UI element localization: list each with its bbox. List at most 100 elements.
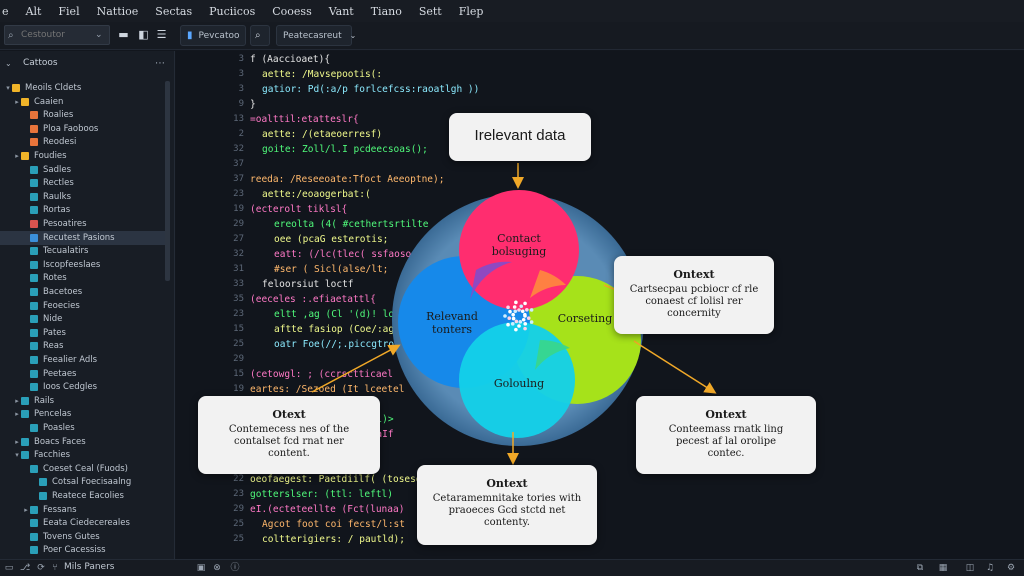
error-icon[interactable]: ⊗ xyxy=(212,563,222,573)
code-line[interactable]: } xyxy=(250,99,256,110)
callout-bottom[interactable]: Ontext Cetaramemnitake tories with praoe… xyxy=(417,465,597,545)
menu-item[interactable]: Sett xyxy=(419,5,442,18)
tree-item[interactable]: ▸ Rails xyxy=(0,394,165,408)
chevron-icon[interactable]: ▸ xyxy=(13,438,21,446)
layout-icon[interactable]: ▦ xyxy=(938,563,948,573)
warning-icon[interactable]: ▣ xyxy=(196,563,206,573)
menu-item[interactable]: e xyxy=(2,5,9,18)
code-editor[interactable]: 3 f (Aaccioaet){3 aette: /Mavsepootis(: 3 ga… xyxy=(176,51,1024,559)
save-icon[interactable]: ▬ xyxy=(117,28,130,41)
search-input[interactable] xyxy=(21,30,91,40)
tree-item[interactable]: Feoecies xyxy=(0,299,165,313)
code-line[interactable]: gotterslser: (ttl: leftl) xyxy=(250,489,393,500)
tree-item[interactable]: Sadles xyxy=(0,163,165,177)
menu-item[interactable]: Sectas xyxy=(155,5,192,18)
code-line[interactable]: eltt ,ag (Cl '(d)! lorf xyxy=(274,309,406,320)
tree-item[interactable]: Ploa Faoboos xyxy=(0,122,165,136)
code-line[interactable]: goite: Zoll/l.I pcdeecsoas(); xyxy=(262,144,428,155)
code-line[interactable]: aftte fasiop (Coe/:agsy; xyxy=(274,324,411,335)
tree-item[interactable]: Tovens Gutes xyxy=(0,530,165,544)
more-icon[interactable]: ⋯ xyxy=(155,58,165,69)
menu-item[interactable]: Nattioe xyxy=(97,5,139,18)
tab-dropdown[interactable]: Peatecasreut ⌄ xyxy=(276,25,356,46)
copy-icon[interactable]: ⧉ xyxy=(915,563,925,573)
code-line[interactable]: ereolta (4( #cethertsrtilte xyxy=(274,219,428,230)
tree-item[interactable]: Eeata Ciedecereales xyxy=(0,516,165,530)
callout-bottom-right[interactable]: Ontext Conteemass rnatk ling pecest af l… xyxy=(636,396,816,474)
chevron-icon[interactable]: ▾ xyxy=(13,451,21,459)
tree-item[interactable]: Recutest Pasions xyxy=(0,230,165,245)
chevron-icon[interactable]: ▸ xyxy=(13,410,21,418)
tree-item[interactable]: Ioos Cedgles xyxy=(0,380,165,394)
code-line[interactable]: oeofaegest: Paetdiilf( (tosesd xyxy=(250,474,422,485)
terminal-icon[interactable]: ▭ xyxy=(4,563,14,573)
code-line[interactable]: Agcot foot coi fecst/l:st xyxy=(262,519,405,530)
tree-item[interactable]: ▸ Foudies xyxy=(0,149,165,163)
menu-item[interactable]: Flep xyxy=(459,5,484,18)
code-line[interactable]: feloorsiut loctf xyxy=(262,279,354,290)
tree-item[interactable]: Rectles xyxy=(0,176,165,190)
chevron-icon[interactable]: ▸ xyxy=(13,98,21,106)
tab-file[interactable]: ▮ Pevcatoo xyxy=(180,25,246,46)
tree-item[interactable]: Peetaes xyxy=(0,367,165,381)
chevron-icon[interactable]: ▸ xyxy=(13,397,21,405)
tree-item[interactable]: Feealier Adls xyxy=(0,353,165,367)
tree-item[interactable]: Raulks xyxy=(0,190,165,204)
callout-irrelevant-data[interactable]: Irelevant data xyxy=(449,113,591,161)
info-icon[interactable]: ⓘ xyxy=(230,563,240,573)
tree-item[interactable]: Pates xyxy=(0,326,165,340)
tree-item[interactable]: Tecualatirs xyxy=(0,244,165,258)
code-line[interactable]: f (Aaccioaet){ xyxy=(250,54,330,65)
code-line[interactable]: (ecterolt tiklsl{ xyxy=(250,204,347,215)
tree-item[interactable]: Reatece Eacolies xyxy=(0,489,165,503)
callout-left[interactable]: Otext Contemecess nes of the contalset f… xyxy=(198,396,380,474)
code-line[interactable]: (cetowgl: ; (ccrsctticael xyxy=(250,369,393,380)
tree-item[interactable]: Poer Cacessiss xyxy=(0,543,165,557)
tree-item[interactable]: ▸ Pencelas xyxy=(0,407,165,421)
code-line[interactable]: aette: /(etaeoerresf) xyxy=(262,129,382,140)
code-line[interactable]: gatior: Pd(:a/p forlcefcss:raoatlgh )) xyxy=(262,84,479,95)
chevron-icon[interactable]: ▸ xyxy=(22,506,30,514)
chevron-icon[interactable]: ▾ xyxy=(4,84,12,92)
bell-icon[interactable]: ♫ xyxy=(985,563,995,573)
code-line[interactable]: =oalttil:etatteslr{ xyxy=(250,114,359,125)
tree-item[interactable]: ▸ Fessans xyxy=(0,503,165,517)
tree-item[interactable]: Pesoatires xyxy=(0,217,165,231)
menu-item[interactable]: Vant xyxy=(329,5,354,18)
tree-item[interactable]: Reas xyxy=(0,339,165,353)
explorer-header[interactable]: ⌄ Cattoos ⋯ xyxy=(0,54,174,72)
list-icon[interactable]: ☰ xyxy=(155,28,168,41)
branch-icon[interactable]: ⑂ xyxy=(50,563,60,573)
code-line[interactable]: #ser ( Sicl(alse/lt; xyxy=(274,264,388,275)
code-line[interactable]: eatt: (/lc(tlec( ssfaosoeryl xyxy=(274,249,434,260)
tree-item[interactable]: ▸ Boacs Faces xyxy=(0,435,165,449)
code-line[interactable]: oatr Foe(//;.piccgtrotsy xyxy=(274,339,411,350)
code-line[interactable]: eartes: /Sezoed (It lceetel xyxy=(250,384,404,395)
sync-icon[interactable]: ⟳ xyxy=(36,563,46,573)
chevron-icon[interactable]: ▸ xyxy=(13,152,21,160)
code-line[interactable]: eI.(ecteteellte (Fct(lunaa) xyxy=(250,504,404,515)
tree-item[interactable]: ▾ Facchies xyxy=(0,448,165,462)
menu-item[interactable]: Fiel xyxy=(58,5,79,18)
tree-item[interactable]: Bacetoes xyxy=(0,285,165,299)
tree-item[interactable]: Rotes xyxy=(0,271,165,285)
sidebar-scrollbar[interactable] xyxy=(165,81,170,281)
settings-icon[interactable]: ⚙ xyxy=(1006,563,1016,573)
tree-item[interactable]: Roalies xyxy=(0,108,165,122)
search-box[interactable]: ⌕ ⌄ xyxy=(4,25,110,45)
menu-item[interactable]: Alt xyxy=(26,5,42,18)
code-line[interactable]: oee (pcaG esterotis; xyxy=(274,234,388,245)
tree-item[interactable]: Poasles xyxy=(0,421,165,435)
menu-item[interactable]: Tiano xyxy=(371,5,402,18)
split-icon[interactable]: ◧ xyxy=(137,28,150,41)
tree-item[interactable]: Iscopfeeslaes xyxy=(0,258,165,272)
callout-right[interactable]: Ontext Cartsecpau pcbiocr cf rle conaest… xyxy=(614,256,774,334)
tree-item[interactable]: Cotsal Foecisaalng xyxy=(0,475,165,489)
code-line[interactable]: aette:/eoaogerbat:( xyxy=(262,189,371,200)
code-line[interactable]: (eeceles :.efiaetattl{ xyxy=(250,294,376,305)
menu-item[interactable]: Cooess xyxy=(272,5,311,18)
code-line[interactable]: reeda: /Reseeoate:Tfoct Aeeoptne); xyxy=(250,174,444,185)
chevron-down-icon[interactable]: ⌄ xyxy=(95,30,103,40)
code-line[interactable]: coltterigiers: / pautld); xyxy=(262,534,405,545)
tree-item[interactable]: Rortas xyxy=(0,203,165,217)
